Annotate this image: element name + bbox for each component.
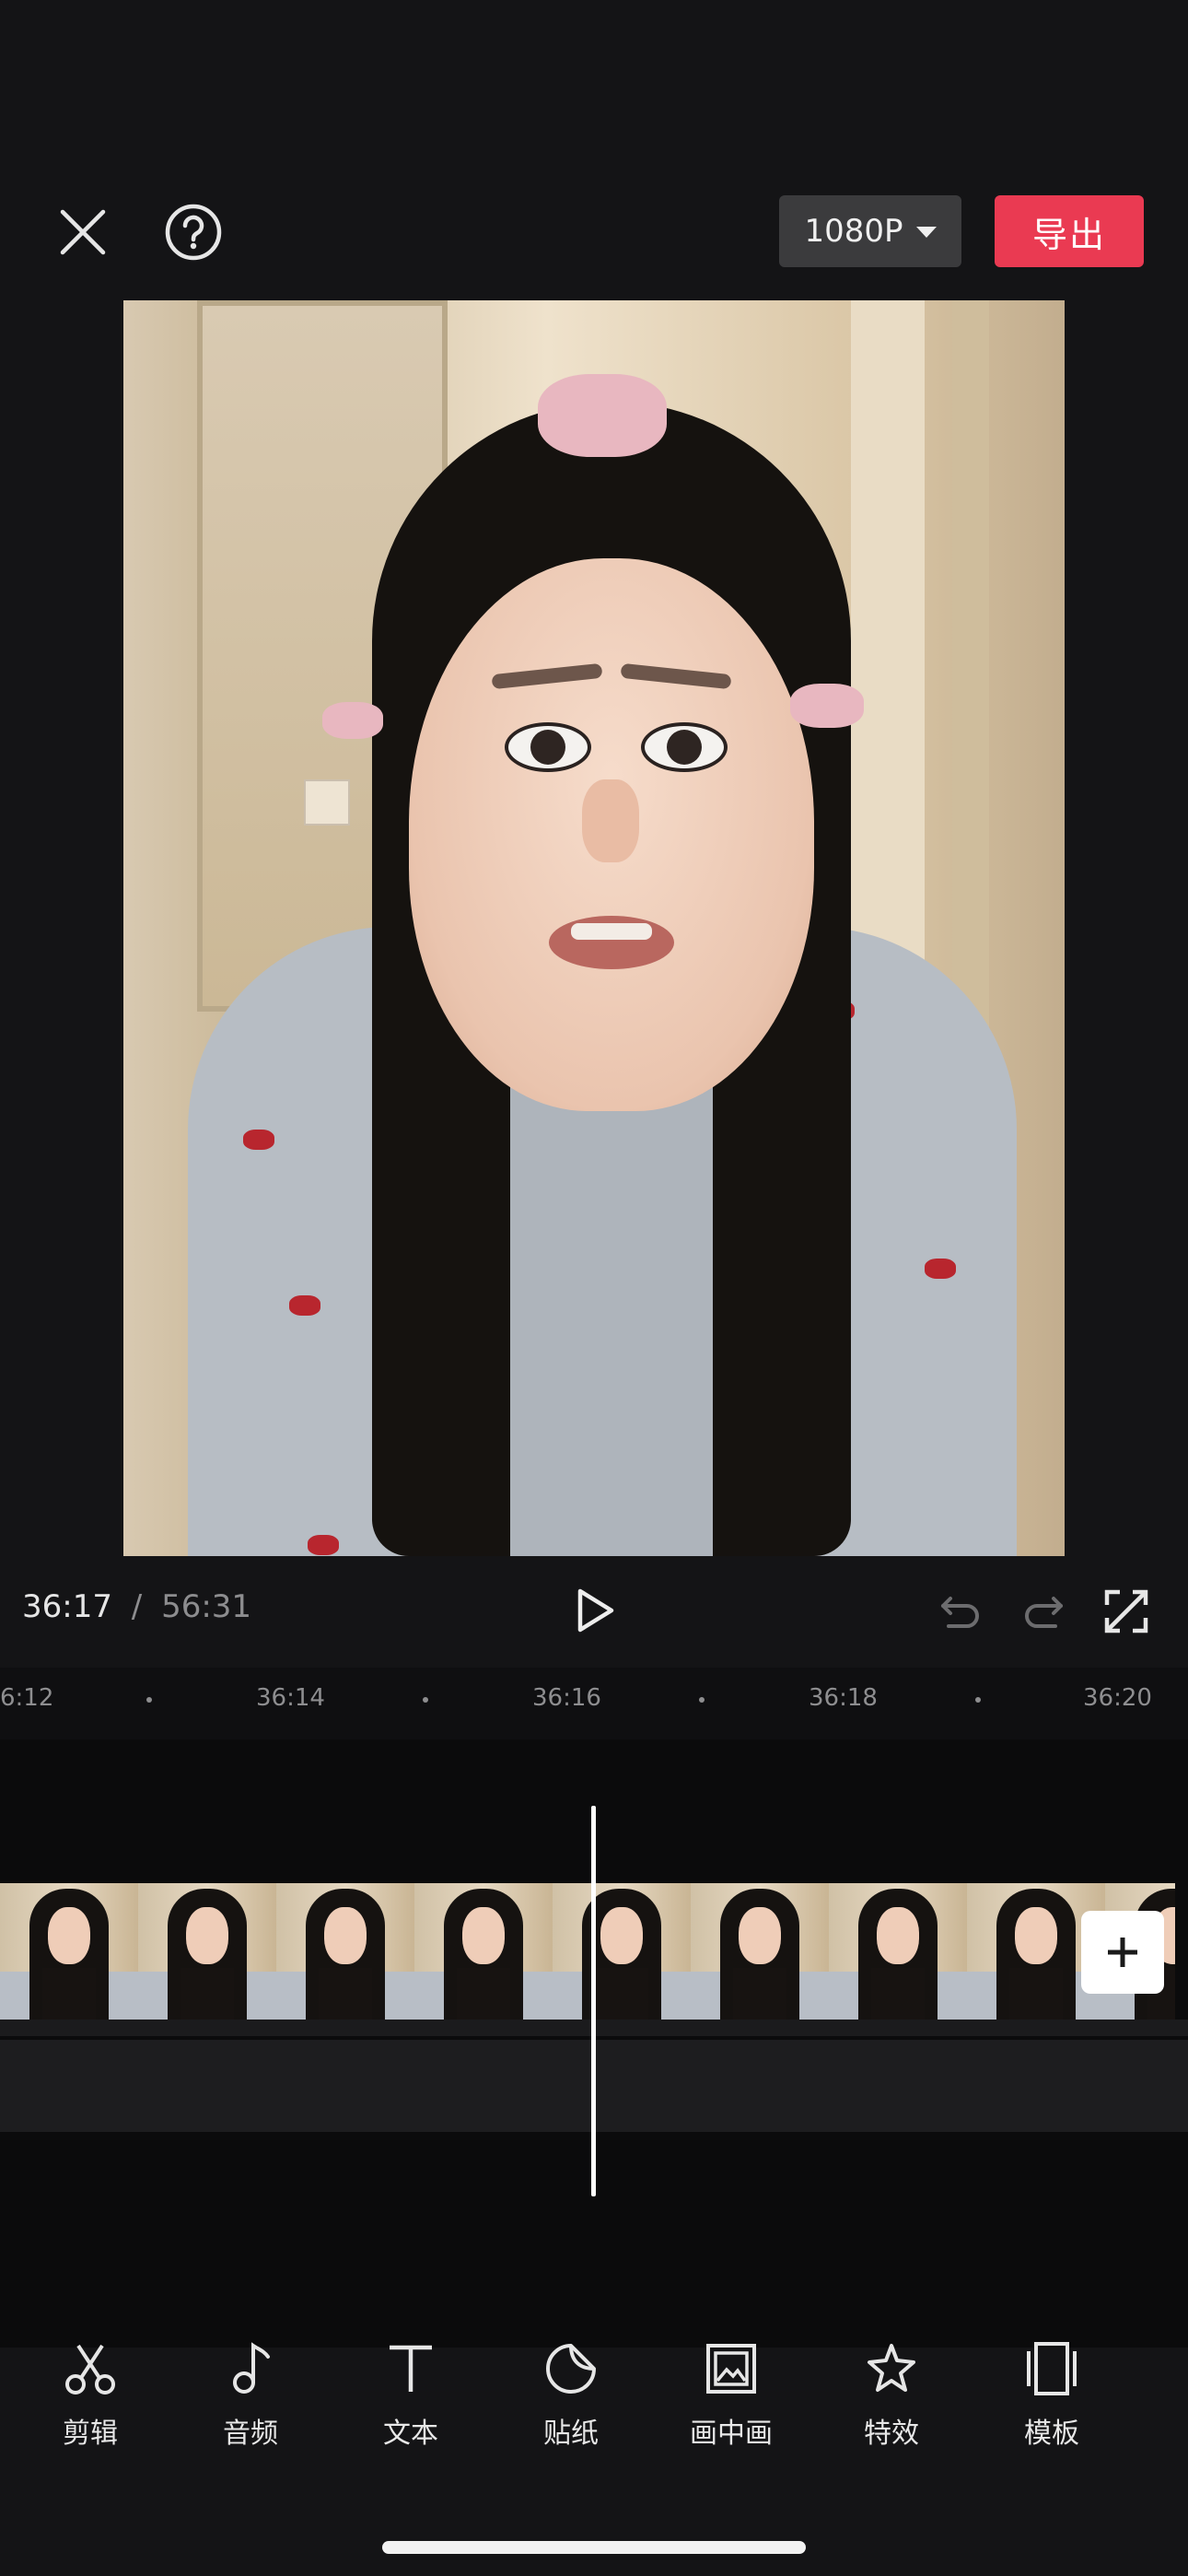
text-icon (390, 2345, 432, 2392)
teeth (571, 923, 652, 940)
tool-text[interactable]: 文本 (346, 2340, 475, 2451)
play-icon (577, 1588, 614, 1633)
tool-label: 模板 (1024, 2418, 1079, 2450)
shirt-print-bow (308, 1535, 339, 1555)
bottom-toolbar: 剪辑 音频 文本 贴纸 画中画 特效 模板 (0, 2340, 1188, 2460)
hair-clip-left (322, 702, 383, 739)
clip-frame (414, 1883, 553, 2020)
close-icon (60, 209, 106, 255)
time-separator: / (131, 1588, 143, 1625)
tool-label: 特效 (864, 2418, 919, 2450)
right-eye (641, 722, 728, 772)
tool-label: 剪辑 (63, 2418, 118, 2450)
clip-frame (0, 1883, 138, 2020)
ruler-dot (975, 1697, 981, 1703)
ruler-dot (423, 1697, 428, 1703)
nose (582, 779, 639, 862)
ruler-dot (699, 1697, 705, 1703)
tool-sticker[interactable]: 贴纸 (507, 2340, 635, 2451)
clip-frame (276, 1883, 414, 2020)
redo-icon (1025, 1597, 1063, 1628)
fullscreen-button[interactable] (1098, 1583, 1155, 1640)
hair-clip-top (538, 374, 667, 457)
help-button[interactable] (160, 199, 227, 265)
clip-frame (138, 1883, 276, 2020)
clip-frame (829, 1883, 967, 2020)
ruler-label: 36:14 (256, 1684, 325, 1712)
resolution-label: 1080P (804, 213, 903, 250)
effects-star-icon (868, 2344, 915, 2392)
shirt-print-bow (925, 1259, 956, 1279)
ruler-dot (146, 1697, 152, 1703)
ruler-label: 36:16 (532, 1684, 601, 1712)
current-time: 36:17 (22, 1588, 112, 1625)
ruler-label: 36:18 (809, 1684, 878, 1712)
total-time: 56:31 (161, 1588, 252, 1625)
shirt-print-bow (243, 1130, 274, 1150)
music-note-icon (233, 2342, 270, 2394)
home-indicator[interactable] (382, 2541, 806, 2554)
ruler-label: 6:12 (0, 1684, 54, 1712)
shirt-print-bow (289, 1295, 320, 1316)
ruler-label: 36:20 (1083, 1684, 1152, 1712)
tool-label: 文本 (383, 2418, 438, 2450)
video-preview[interactable] (123, 300, 1065, 1556)
tool-label: 音频 (223, 2418, 278, 2450)
tool-picture-in-picture[interactable]: 画中画 (667, 2340, 796, 2451)
redo-button[interactable] (1017, 1585, 1070, 1638)
playhead[interactable] (591, 1806, 596, 2196)
clip-frame (691, 1883, 829, 2020)
plus-icon (1108, 1938, 1137, 1967)
tool-effects[interactable]: 特效 (827, 2340, 956, 2451)
clip-frame (553, 1883, 691, 2020)
fullscreen-icon (1104, 1589, 1148, 1633)
tool-label: 贴纸 (543, 2418, 599, 2450)
scissors-icon (65, 2344, 115, 2395)
undo-button[interactable] (934, 1585, 987, 1638)
tool-audio[interactable]: 音频 (186, 2340, 315, 2451)
tool-label: 画中画 (690, 2418, 773, 2450)
video-clip-track[interactable] (0, 1883, 1175, 2020)
resolution-dropdown[interactable]: 1080P (779, 195, 961, 267)
caret-down-icon (915, 227, 937, 238)
sticker-icon (546, 2344, 596, 2394)
undo-icon (941, 1597, 979, 1628)
export-button[interactable]: 导出 (995, 195, 1144, 267)
export-label: 导出 (1031, 214, 1106, 255)
tool-template[interactable]: 模板 (987, 2340, 1116, 2451)
close-button[interactable] (52, 201, 114, 263)
help-icon (165, 204, 222, 261)
picture-in-picture-icon (706, 2344, 756, 2394)
play-button[interactable] (565, 1581, 624, 1640)
light-switch (304, 779, 350, 825)
time-display: 36:17 / 56:31 (22, 1588, 251, 1625)
template-icon (1027, 2342, 1077, 2395)
subject-shirt-center (510, 1083, 713, 1556)
hair-clip-right (790, 684, 864, 728)
tool-edit[interactable]: 剪辑 (26, 2340, 155, 2451)
add-clip-button[interactable] (1081, 1911, 1164, 1994)
left-eye (505, 722, 591, 772)
